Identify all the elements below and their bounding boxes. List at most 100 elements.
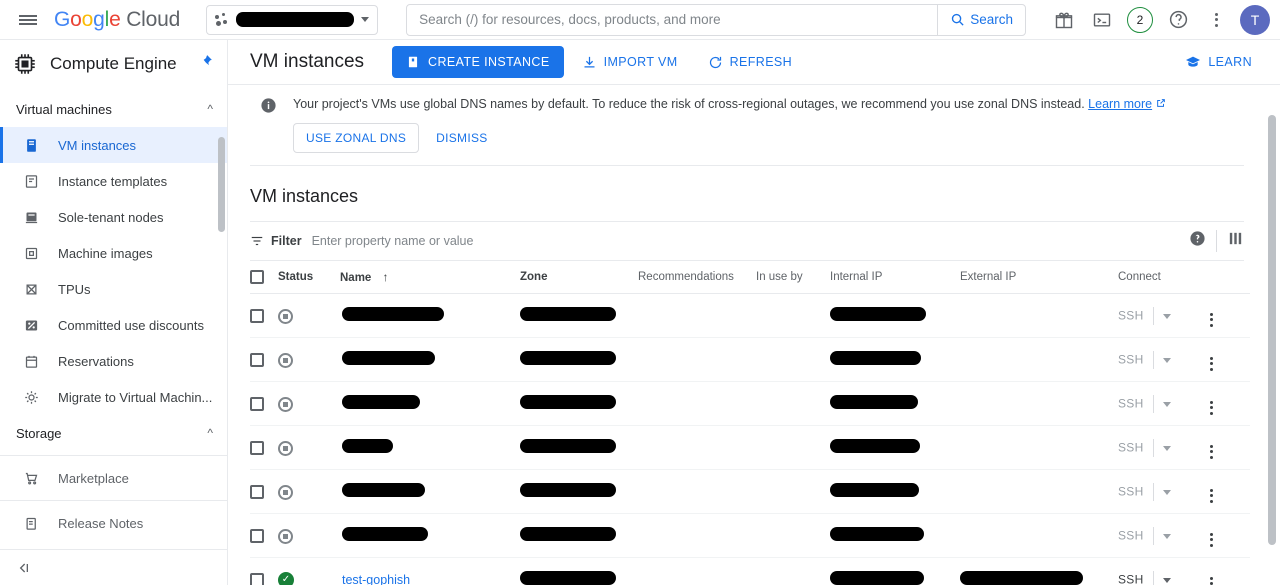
connect-cell[interactable]: SSH bbox=[1118, 293, 1210, 339]
user-avatar[interactable]: T bbox=[1240, 4, 1270, 35]
learn-button[interactable]: LEARN bbox=[1173, 46, 1264, 78]
connect-cell[interactable]: SSH bbox=[1118, 469, 1210, 515]
sidebar-item-vm-instances[interactable]: VM instances bbox=[0, 127, 227, 163]
notifications-button[interactable]: 2 bbox=[1122, 2, 1158, 38]
column-internal-ip[interactable]: Internal IP bbox=[830, 261, 960, 295]
learn-more-link[interactable]: Learn more bbox=[1088, 97, 1152, 111]
row-actions-cell[interactable] bbox=[1210, 293, 1250, 339]
connect-cell[interactable]: SSH bbox=[1118, 337, 1210, 383]
sidebar-item-tpus[interactable]: TPUs bbox=[0, 271, 227, 307]
table-row[interactable]: SSH bbox=[250, 381, 1250, 427]
dismiss-banner-button[interactable]: DISMISS bbox=[423, 123, 501, 154]
use-zonal-dns-button[interactable]: USE ZONAL DNS bbox=[293, 123, 420, 154]
row-checkbox[interactable] bbox=[250, 484, 264, 499]
row-more-actions-icon[interactable] bbox=[1210, 576, 1213, 585]
row-more-actions-icon[interactable] bbox=[1210, 532, 1213, 547]
sidebar-scrollbar[interactable] bbox=[218, 137, 225, 232]
create-instance-button[interactable]: CREATE INSTANCE bbox=[392, 46, 564, 78]
ssh-button[interactable]: SSH bbox=[1118, 396, 1144, 410]
connect-cell[interactable]: SSH bbox=[1118, 425, 1210, 471]
sidebar-group-storage[interactable]: Storage ^ bbox=[0, 415, 227, 451]
sidebar-item-release-notes[interactable]: Release Notes bbox=[0, 505, 227, 541]
ssh-dropdown-icon[interactable] bbox=[1162, 401, 1171, 407]
row-actions-cell[interactable] bbox=[1210, 381, 1250, 427]
row-more-actions-icon[interactable] bbox=[1210, 356, 1213, 371]
column-name[interactable]: Name ↑ bbox=[340, 261, 520, 295]
connect-cell[interactable]: SSH bbox=[1118, 557, 1210, 585]
ssh-dropdown-icon[interactable] bbox=[1162, 445, 1171, 451]
row-checkbox[interactable] bbox=[250, 528, 264, 543]
sidebar-item-migrate-to-virtual-machines[interactable]: Migrate to Virtual Machin... bbox=[0, 379, 227, 415]
row-more-actions-icon[interactable] bbox=[1210, 312, 1213, 327]
sidebar-item-marketplace[interactable]: Marketplace bbox=[0, 460, 227, 496]
sidebar-item-instance-templates[interactable]: Instance templates bbox=[0, 163, 227, 199]
content-scrollbar[interactable] bbox=[1268, 115, 1276, 545]
table-row[interactable]: SSH bbox=[250, 513, 1250, 559]
project-selector[interactable] bbox=[206, 4, 379, 35]
column-zone[interactable]: Zone bbox=[520, 261, 638, 295]
sidebar-item-reservations[interactable]: Reservations bbox=[0, 343, 227, 379]
row-more-actions-icon[interactable] bbox=[1210, 444, 1213, 459]
ssh-dropdown-icon[interactable] bbox=[1162, 533, 1171, 539]
sidebar-item-machine-images[interactable]: Machine images bbox=[0, 235, 227, 271]
google-cloud-logo[interactable]: Google Cloud bbox=[54, 8, 180, 32]
row-checkbox[interactable] bbox=[250, 572, 264, 585]
column-in-use-by[interactable]: In use by bbox=[756, 261, 830, 295]
search-input[interactable] bbox=[407, 4, 938, 35]
row-checkbox[interactable] bbox=[250, 440, 264, 455]
help-icon[interactable] bbox=[1189, 230, 1206, 252]
vm-name-link[interactable]: test-gophish bbox=[342, 573, 410, 585]
ssh-button[interactable]: SSH bbox=[1118, 308, 1144, 322]
column-settings-icon[interactable] bbox=[1227, 230, 1244, 252]
row-actions-cell[interactable] bbox=[1210, 513, 1250, 559]
row-actions-cell[interactable] bbox=[1210, 337, 1250, 383]
collapse-sidebar-button[interactable] bbox=[0, 549, 227, 585]
ssh-dropdown-icon[interactable] bbox=[1162, 577, 1171, 583]
row-checkbox[interactable] bbox=[250, 396, 264, 411]
connect-cell[interactable]: SSH bbox=[1118, 513, 1210, 559]
filter-button[interactable]: Filter bbox=[250, 234, 302, 248]
row-more-actions-icon[interactable] bbox=[1210, 488, 1213, 503]
table-row[interactable]: ✓ test-gophish SSH bbox=[250, 557, 1250, 585]
column-recommendations[interactable]: Recommendations bbox=[638, 261, 756, 295]
ssh-dropdown-icon[interactable] bbox=[1162, 313, 1171, 319]
hamburger-menu-icon[interactable] bbox=[8, 0, 48, 40]
ssh-button[interactable]: SSH bbox=[1118, 352, 1144, 366]
ssh-button[interactable]: SSH bbox=[1118, 484, 1144, 498]
table-row[interactable]: SSH bbox=[250, 337, 1250, 383]
row-checkbox[interactable] bbox=[250, 308, 264, 323]
row-actions-cell[interactable] bbox=[1210, 425, 1250, 471]
table-row[interactable]: SSH bbox=[250, 425, 1250, 471]
pin-icon[interactable] bbox=[199, 54, 213, 73]
ssh-button[interactable]: SSH bbox=[1118, 572, 1144, 585]
sidebar-item-committed-use-discounts[interactable]: Committed use discounts bbox=[0, 307, 227, 343]
cloud-shell-terminal-icon[interactable] bbox=[1084, 2, 1120, 38]
column-external-ip[interactable]: External IP bbox=[960, 261, 1118, 295]
global-search[interactable]: Search bbox=[406, 3, 1027, 36]
more-options-icon[interactable] bbox=[1198, 2, 1234, 38]
row-actions-cell[interactable] bbox=[1210, 469, 1250, 515]
vm-instance-icon bbox=[22, 136, 40, 154]
filter-input[interactable] bbox=[311, 234, 1179, 249]
table-row[interactable]: SSH bbox=[250, 293, 1250, 339]
table-row[interactable]: SSH bbox=[250, 469, 1250, 515]
ssh-dropdown-icon[interactable] bbox=[1162, 489, 1171, 495]
row-checkbox[interactable] bbox=[250, 352, 264, 367]
vm-instances-table: Status Name ↑ Zone Recommendations In us… bbox=[250, 261, 1250, 585]
refresh-button[interactable]: REFRESH bbox=[696, 46, 805, 78]
import-vm-button[interactable]: IMPORT VM bbox=[570, 46, 690, 78]
column-status[interactable]: Status bbox=[278, 261, 340, 295]
ssh-dropdown-icon[interactable] bbox=[1162, 357, 1171, 363]
select-all-checkbox[interactable] bbox=[250, 270, 264, 285]
gift-icon[interactable] bbox=[1046, 2, 1082, 38]
ssh-button[interactable]: SSH bbox=[1118, 440, 1144, 454]
help-icon[interactable] bbox=[1160, 2, 1196, 38]
connect-cell[interactable]: SSH bbox=[1118, 381, 1210, 427]
row-actions-cell[interactable] bbox=[1210, 557, 1250, 585]
column-connect[interactable]: Connect bbox=[1118, 261, 1210, 295]
sidebar-group-virtual-machines[interactable]: Virtual machines ^ bbox=[0, 91, 227, 127]
row-more-actions-icon[interactable] bbox=[1210, 400, 1213, 415]
search-button[interactable]: Search bbox=[937, 4, 1025, 35]
sidebar-item-sole-tenant-nodes[interactable]: Sole-tenant nodes bbox=[0, 199, 227, 235]
ssh-button[interactable]: SSH bbox=[1118, 528, 1144, 542]
